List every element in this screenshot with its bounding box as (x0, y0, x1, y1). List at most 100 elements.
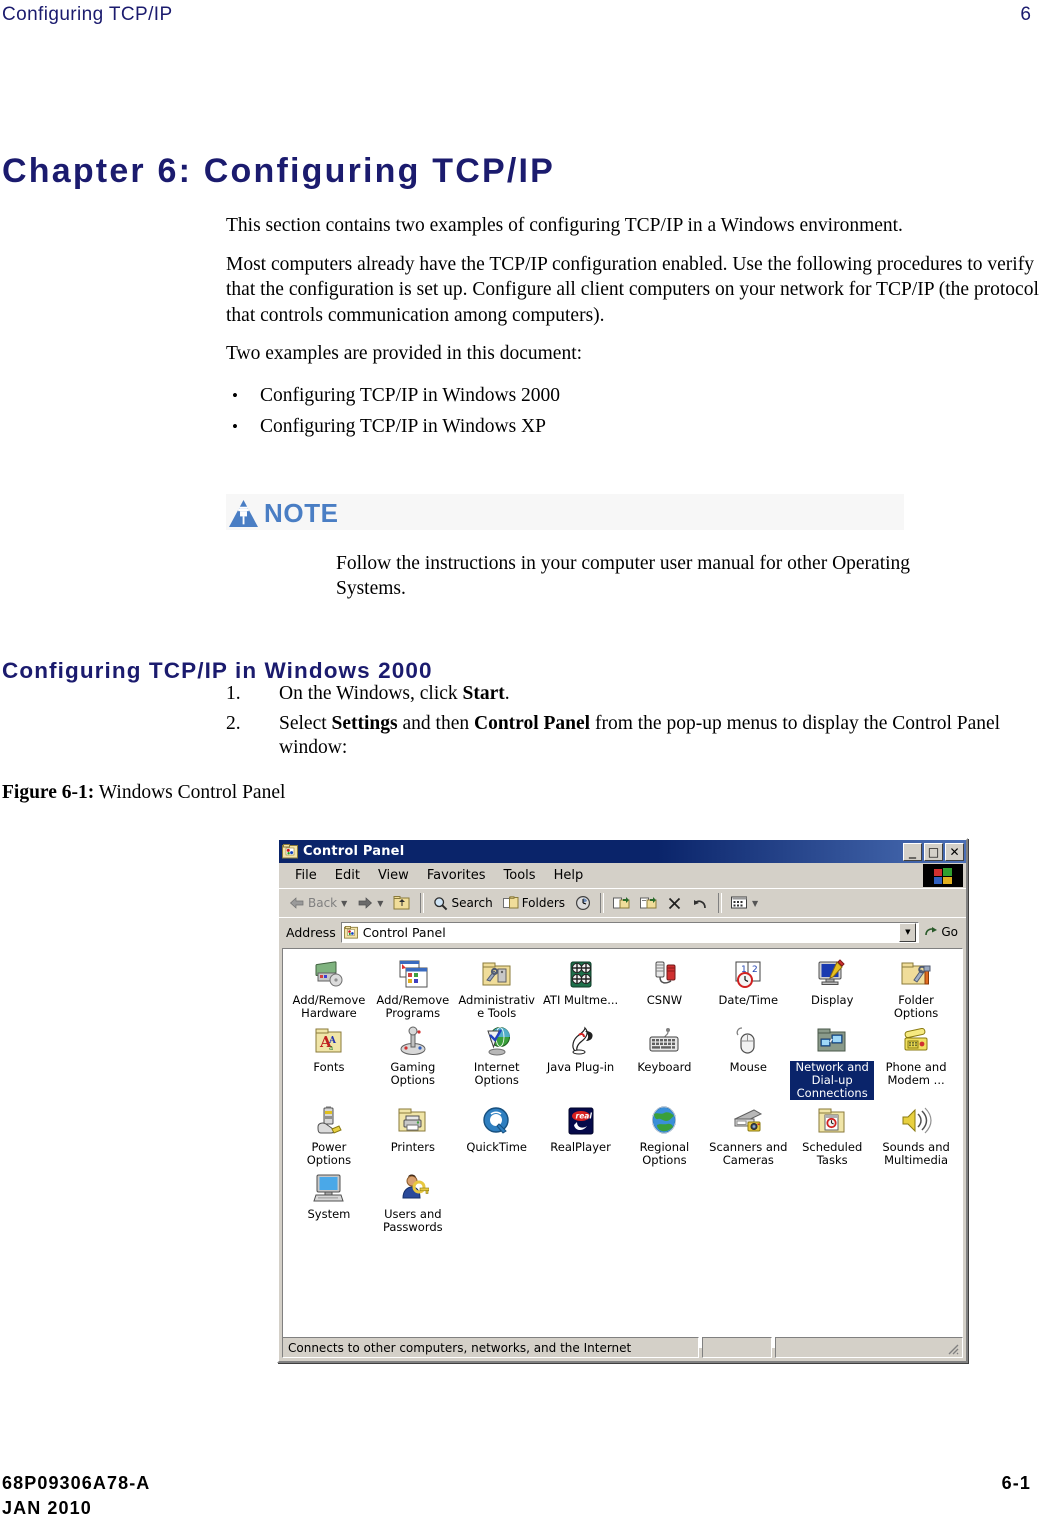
cp-item-add-remove-programs[interactable]: Add/Remove Programs (371, 957, 455, 1020)
chevron-down-icon[interactable]: ▼ (752, 899, 758, 908)
resize-grip-icon[interactable] (946, 1342, 960, 1356)
address-dropdown-button[interactable]: ▼ (899, 922, 917, 942)
cp-item-regional-options[interactable]: Regional Options (623, 1104, 707, 1167)
maximize-button[interactable]: □ (924, 842, 943, 861)
cp-item-label: Keyboard (637, 1060, 692, 1074)
note-label: NOTE (264, 498, 339, 528)
intro-body: This section contains two examples of co… (226, 213, 1039, 442)
cp-item-internet-options[interactable]: Internet Options (455, 1024, 539, 1100)
cp-item-label: Folder Options (893, 993, 939, 1020)
list-item-label: Configuring TCP/IP in Windows XP (260, 415, 546, 437)
undo-button[interactable] (688, 894, 713, 913)
cp-item-label: Add/Remove Programs (376, 993, 450, 1020)
java-plugin-icon (564, 1024, 598, 1058)
cp-item-date-time[interactable]: 1 2 Date/Time (706, 957, 790, 1020)
up-one-level-button[interactable] (389, 893, 415, 913)
examples-bullet-list: • Configuring TCP/IP in Windows 2000 • C… (226, 380, 1039, 442)
note-triangle-pushpin-icon (229, 499, 258, 527)
toolbar-separator (600, 893, 605, 913)
folders-button[interactable]: Folders (499, 894, 569, 912)
move-to-button[interactable] (609, 894, 634, 913)
cp-item-gaming-options[interactable]: Gaming Options (371, 1024, 455, 1100)
network-dialup-connections-icon (815, 1024, 849, 1058)
close-button[interactable]: ✕ (945, 842, 964, 861)
cp-item-csnw[interactable]: CSNW (623, 957, 707, 1020)
cp-item-label: Scanners and Cameras (709, 1140, 788, 1167)
cp-item-fonts[interactable]: A A a Fonts (287, 1024, 371, 1100)
list-item-label: Configuring TCP/IP in Windows 2000 (260, 384, 561, 406)
intro-paragraph-3: Two examples are provided in this docume… (226, 343, 583, 364)
date-time-icon: 1 2 (731, 957, 765, 991)
scheduled-tasks-icon (815, 1104, 849, 1138)
cp-item-sounds-and-multimedia[interactable]: Sounds and Multimedia (874, 1104, 958, 1167)
search-button[interactable]: Search (429, 894, 496, 913)
figure-caption: Figure 6-1: Windows Control Panel (2, 782, 285, 804)
delete-button[interactable] (663, 894, 686, 913)
cp-item-printers[interactable]: Printers (371, 1104, 455, 1167)
procedure-step: 2. Select Settings and then Control Pane… (226, 712, 1039, 761)
menu-item-file[interactable]: File (286, 866, 326, 885)
address-value: Control Panel (362, 924, 446, 940)
figure-label: Figure 6-1: (2, 782, 95, 803)
menu-item-view[interactable]: View (369, 866, 418, 885)
realplayer-icon: real (564, 1104, 598, 1138)
display-icon (815, 957, 849, 991)
cp-item-label: Regional Options (639, 1140, 690, 1167)
cp-item-java-plugin[interactable]: Java Plug-in (539, 1024, 623, 1100)
views-button[interactable]: ▼ (727, 894, 762, 912)
chevron-down-icon[interactable]: ▼ (377, 899, 383, 908)
cp-item-label: Scheduled Tasks (802, 1140, 863, 1167)
menu-item-favorites[interactable]: Favorites (418, 866, 495, 885)
cp-item-system[interactable]: System (287, 1171, 371, 1234)
cp-item-keyboard[interactable]: Keyboard (623, 1024, 707, 1100)
cp-item-ati-multimedia[interactable]: ATI Multme... (539, 957, 623, 1020)
system-icon (312, 1171, 346, 1205)
minimize-button[interactable]: _ (903, 842, 922, 861)
cp-item-label: Internet Options (473, 1060, 520, 1087)
menu-item-help[interactable]: Help (545, 866, 593, 885)
sounds-multimedia-icon (899, 1104, 933, 1138)
footer-date: JAN 2010 (2, 1498, 92, 1518)
cp-item-scheduled-tasks[interactable]: Scheduled Tasks (790, 1104, 874, 1167)
cp-item-users-and-passwords[interactable]: Users and Passwords (371, 1171, 455, 1234)
control-panel-folder-icon (343, 925, 358, 939)
cp-item-label: ATI Multme... (542, 993, 619, 1007)
cp-item-phone-and-modem[interactable]: Phone and Modem ... (874, 1024, 958, 1100)
cp-item-network-and-dialup-connections[interactable]: Network and Dial-up Connections (790, 1024, 875, 1100)
cp-item-folder-options[interactable]: Folder Options (874, 957, 958, 1020)
back-button[interactable]: Back ▼ (285, 894, 351, 912)
back-button-label: Back (308, 896, 338, 910)
cp-item-mouse[interactable]: Mouse (706, 1024, 790, 1100)
svg-text:real: real (575, 1112, 592, 1121)
chapter-title: Chapter 6: Configuring TCP/IP (2, 151, 556, 190)
menu-item-edit[interactable]: Edit (326, 866, 369, 885)
folders-icon (502, 896, 519, 909)
history-button[interactable] (571, 893, 595, 913)
cp-item-display[interactable]: Display (790, 957, 874, 1020)
control-panel-icon-grid: Add/Remove Hardware Add/Remove Programs … (283, 949, 962, 1234)
menu-item-tools[interactable]: Tools (495, 866, 545, 885)
chevron-down-icon[interactable]: ▼ (341, 899, 347, 908)
cp-item-administrative-tools[interactable]: Administrative Tools (455, 957, 539, 1020)
window-title-bar[interactable]: Control Panel _ □ ✕ (279, 840, 966, 863)
cp-item-label: Power Options (306, 1140, 352, 1167)
cp-item-realplayer[interactable]: real RealPlayer (539, 1104, 623, 1167)
intro-paragraph-1: This section contains two examples of co… (226, 215, 903, 236)
status-pane-tertiary (774, 1337, 963, 1358)
csnw-icon (647, 957, 681, 991)
forward-button[interactable]: ▼ (353, 894, 387, 912)
copy-to-button[interactable] (636, 894, 661, 913)
cp-item-power-options[interactable]: Power Options (287, 1104, 371, 1167)
search-icon (434, 896, 448, 910)
note-body-text: Follow the instructions in your computer… (336, 553, 911, 599)
address-input[interactable]: Control Panel ▼ (340, 921, 920, 943)
cp-item-label: Java Plug-in (546, 1060, 615, 1074)
back-arrow-icon (289, 897, 304, 909)
figure-caption-text: Windows Control Panel (98, 782, 286, 803)
cp-item-label: Add/Remove Hardware (292, 993, 366, 1020)
go-button[interactable]: Go (924, 925, 962, 939)
bullet-icon: • (232, 385, 238, 405)
cp-item-scanners-and-cameras[interactable]: Scanners and Cameras (706, 1104, 790, 1167)
cp-item-quicktime[interactable]: QuickTime (455, 1104, 539, 1167)
cp-item-add-remove-hardware[interactable]: Add/Remove Hardware (287, 957, 371, 1020)
